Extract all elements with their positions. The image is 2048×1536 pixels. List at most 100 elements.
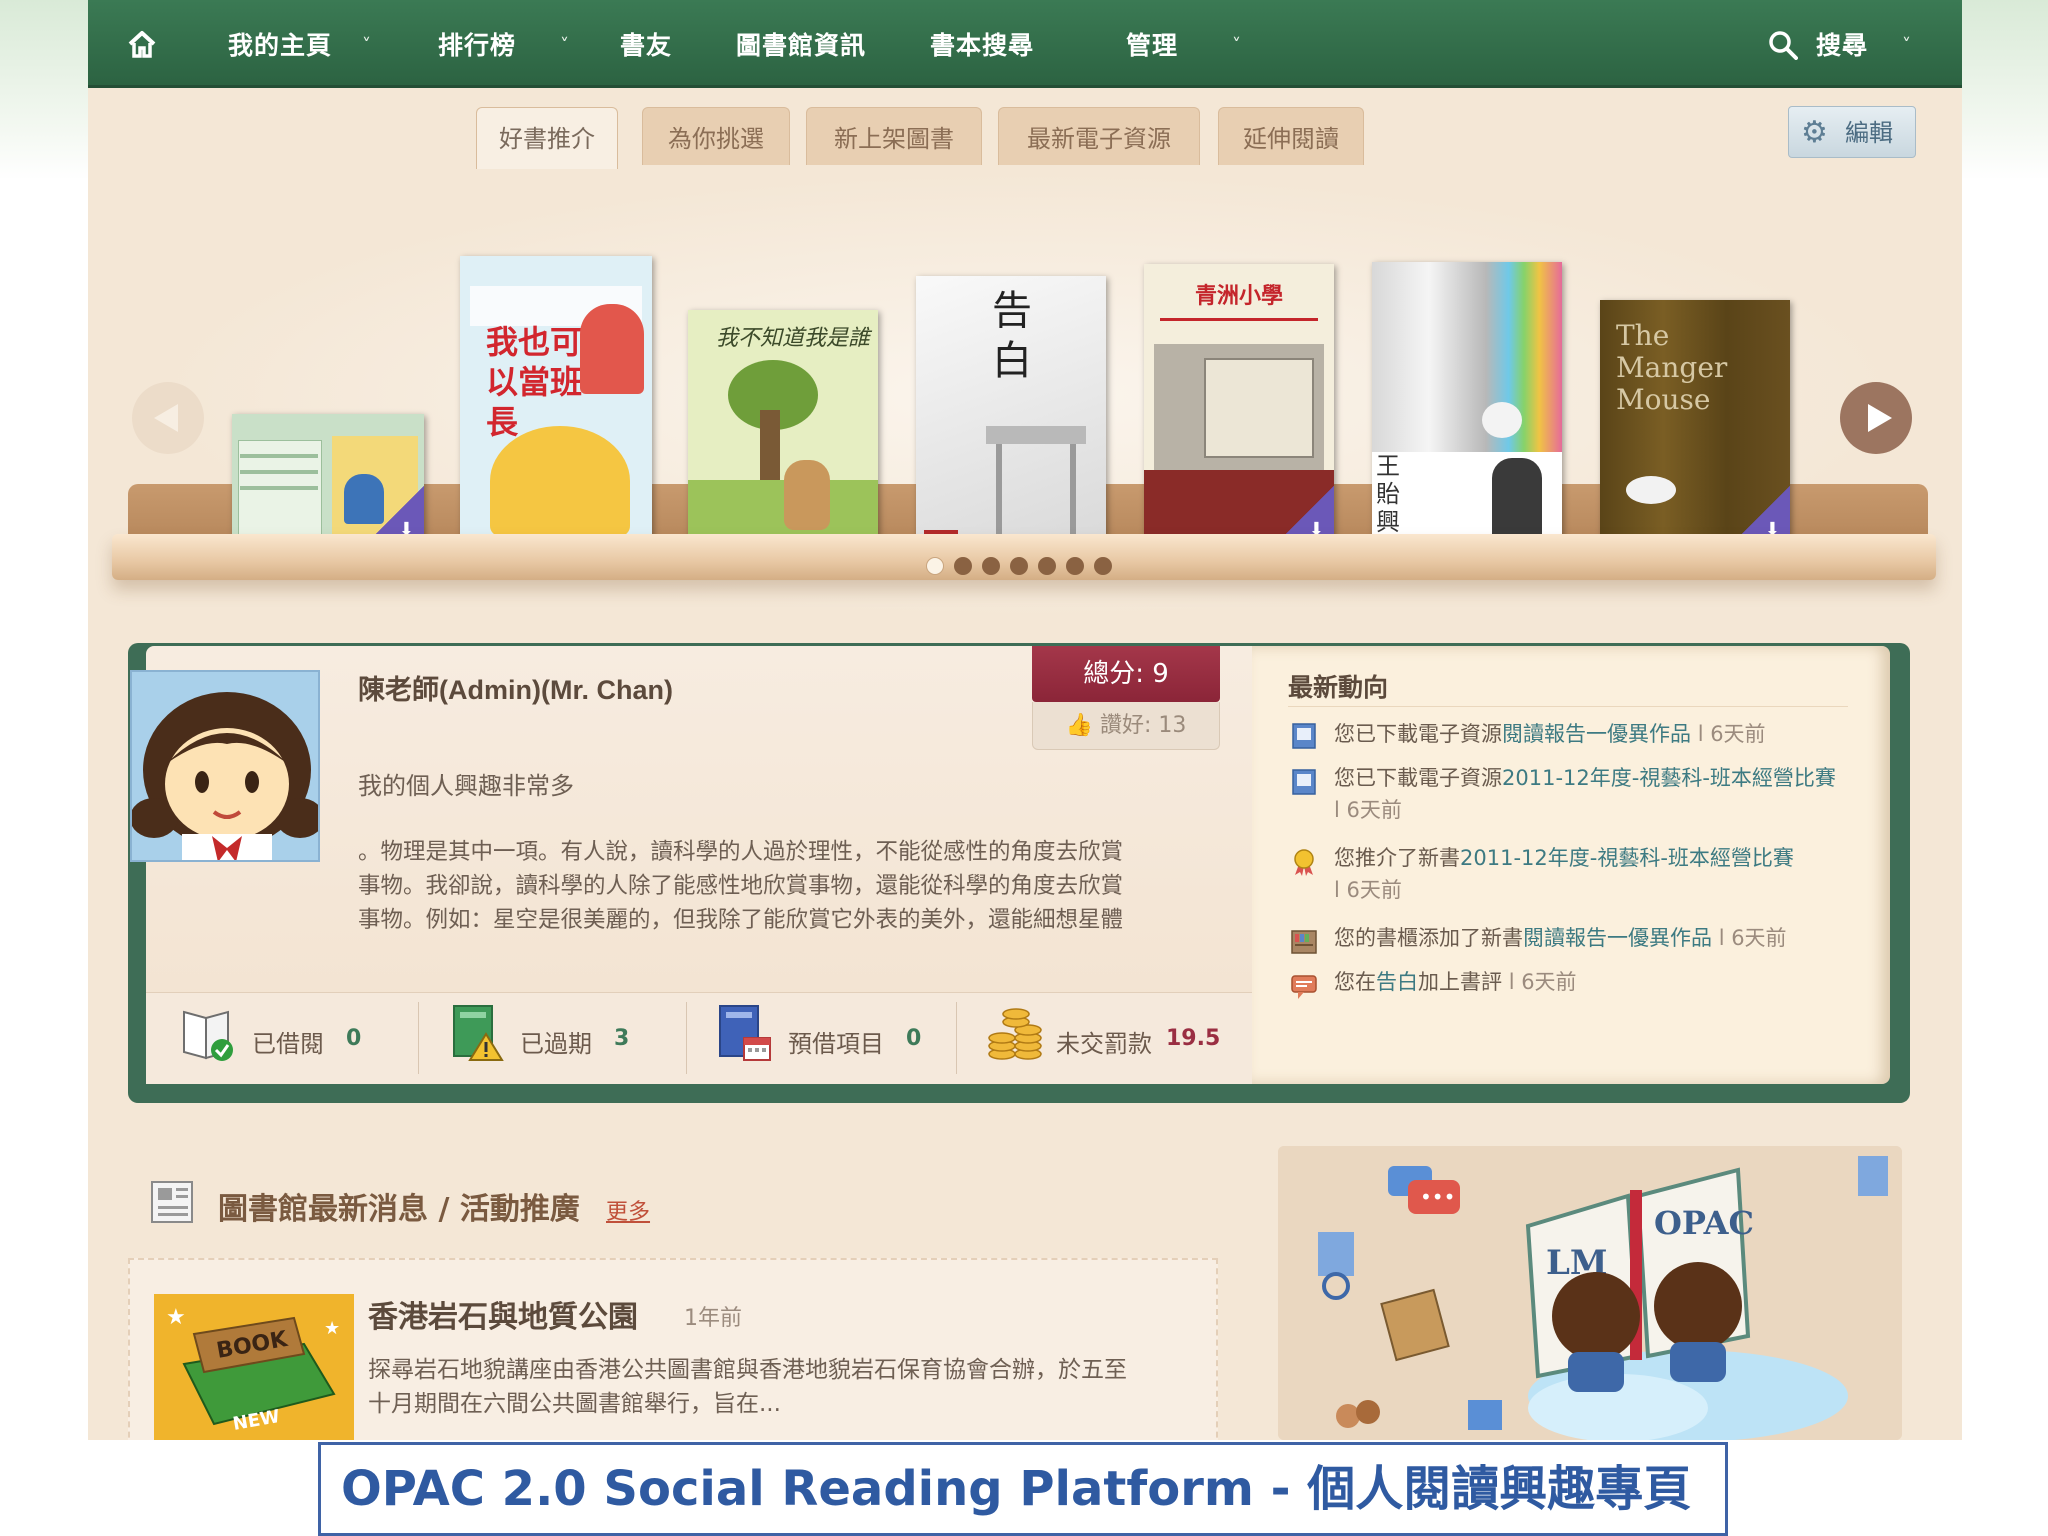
chevron-down-icon[interactable]: ˅ bbox=[560, 0, 569, 88]
activity-time: l 6天前 bbox=[1718, 926, 1787, 950]
news-item-time: 1年前 bbox=[684, 1306, 742, 1331]
chevron-down-icon[interactable]: ˅ bbox=[362, 0, 371, 88]
nav-library-info[interactable]: 圖書館資訊 bbox=[736, 0, 866, 88]
activity-text: 您推介了新書 bbox=[1334, 846, 1460, 870]
activity-text: 您的書櫃添加了新書 bbox=[1334, 926, 1523, 950]
activity-text: 您在 bbox=[1334, 970, 1376, 994]
stat-fines-label[interactable]: 未交罰款 bbox=[1056, 1024, 1152, 1059]
profile-bio-line: 事物。例如：星空是很美麗的，但我除了能欣賞它外表的美外，還能細想星體 bbox=[358, 907, 1124, 933]
profile-name[interactable]: 陳老師(Admin)(Mr. Chan) bbox=[358, 668, 673, 707]
gear-icon: ⚙ bbox=[1801, 115, 1828, 150]
news-section-title: 圖書館最新消息 / 活動推廣 bbox=[218, 1192, 580, 1227]
book-title-text: 青洲小學 bbox=[1194, 283, 1283, 309]
avatar[interactable] bbox=[130, 670, 320, 862]
book-cover[interactable]: 王貽興 bbox=[1372, 262, 1562, 546]
stat-overdue-label[interactable]: 已過期 bbox=[520, 1024, 592, 1059]
news-item-text: 探尋岩石地貌講座由香港公共圖書館與香港地貌岩石保育協會合辦，於五至 bbox=[368, 1357, 1127, 1383]
search-icon[interactable] bbox=[1768, 30, 1798, 60]
tab-e-resources[interactable]: 最新電子資源 bbox=[998, 107, 1200, 165]
nav-my-home[interactable]: 我的主頁 bbox=[228, 0, 332, 88]
carousel-prev-button[interactable] bbox=[132, 382, 204, 454]
reserved-book-icon[interactable] bbox=[716, 1004, 774, 1062]
activity-link[interactable]: 2011-12年度-視藝科-班本經營比賽 bbox=[1460, 846, 1794, 870]
likes-label: 讚好: 13 bbox=[1100, 713, 1187, 738]
bookshelf-icon bbox=[1290, 928, 1318, 956]
stat-borrowed-label[interactable]: 已借閱 bbox=[252, 1024, 324, 1059]
edit-label: 編輯 bbox=[1845, 119, 1893, 147]
activity-divider bbox=[1288, 706, 1848, 707]
carousel-dot[interactable] bbox=[1010, 557, 1028, 575]
chevron-down-icon[interactable]: ˅ bbox=[1902, 0, 1911, 88]
news-more-link[interactable]: 更多 bbox=[606, 1194, 650, 1226]
activity-item[interactable]: 您的書櫃添加了新書閱讀報告一優異作品 l 6天前 bbox=[1334, 922, 1787, 954]
news-item-title[interactable]: 香港岩石與地質公園 bbox=[368, 1292, 638, 1336]
tab-picked-for-you[interactable]: 為你挑選 bbox=[642, 107, 790, 165]
carousel-next-button[interactable] bbox=[1840, 382, 1912, 454]
carousel-dot[interactable] bbox=[1094, 557, 1112, 575]
carousel-dot[interactable] bbox=[926, 557, 944, 575]
activity-time: l 6天前 bbox=[1508, 970, 1577, 994]
top-navbar: 我的主頁 ˅ 排行榜 ˅ 書友 圖書館資訊 書本搜尋 管理 ˅ 搜尋 ˅ bbox=[88, 0, 1962, 88]
borrowed-book-icon[interactable] bbox=[180, 1004, 238, 1062]
activity-link[interactable]: 告白 bbox=[1376, 970, 1418, 994]
tab-new-arrivals[interactable]: 新上架圖書 bbox=[806, 107, 982, 165]
coins-icon[interactable] bbox=[986, 1004, 1046, 1062]
book-cover[interactable]: 青洲小學 ⬇ bbox=[1144, 264, 1334, 546]
nav-rankings[interactable]: 排行榜 bbox=[438, 0, 516, 88]
opac-app: 我的主頁 ˅ 排行榜 ˅ 書友 圖書館資訊 書本搜尋 管理 ˅ 搜尋 ˅ 好書推… bbox=[88, 0, 1962, 1440]
opac-promo-illustration[interactable]: ••• LM OPAC bbox=[1278, 1146, 1902, 1440]
book-cover[interactable]: 我也可以當班長 bbox=[460, 256, 652, 546]
book-cover[interactable]: The Manger Mouse ⬇ bbox=[1600, 300, 1790, 546]
activity-item[interactable]: 您已下載電子資源閱讀報告一優異作品 l 6天前 bbox=[1334, 718, 1766, 750]
activity-item[interactable]: 您已下載電子資源2011-12年度-視藝科-班本經營比賽 l 6天前 bbox=[1334, 762, 1874, 826]
book-cover[interactable]: ⬇ bbox=[232, 414, 424, 546]
tab-recommended[interactable]: 好書推介 bbox=[476, 107, 618, 169]
activity-text: 您已下載電子資源 bbox=[1334, 766, 1502, 790]
promo-right-text: OPAC bbox=[1654, 1204, 1754, 1242]
carousel-dot[interactable] bbox=[1066, 557, 1084, 575]
book-title-text: 告白 bbox=[992, 288, 1032, 384]
nav-search[interactable]: 搜尋 bbox=[1816, 0, 1868, 88]
overdue-book-icon[interactable] bbox=[450, 1004, 506, 1062]
activity-time: l 6天前 bbox=[1334, 878, 1402, 902]
tab-extended-reading[interactable]: 延伸閱讀 bbox=[1218, 107, 1364, 165]
stat-overdue-value: 3 bbox=[614, 1026, 630, 1051]
svg-text:★: ★ bbox=[166, 1305, 186, 1330]
book-cover[interactable]: 告白 bbox=[916, 276, 1106, 546]
activity-time: l 6天前 bbox=[1334, 798, 1402, 822]
stat-divider bbox=[418, 1002, 419, 1074]
comment-icon bbox=[1290, 972, 1318, 1000]
profile-intro: 我的個人興趣非常多 bbox=[358, 772, 574, 800]
profile-bio-line: 。物理是其中一項。有人說，讀科學的人過於理性，不能從感性的角度去欣賞 bbox=[358, 839, 1124, 865]
book-title-text: 王貽興 bbox=[1376, 452, 1400, 536]
newspaper-icon bbox=[148, 1176, 200, 1228]
activity-title: 最新動向 bbox=[1288, 673, 1389, 702]
nav-book-search[interactable]: 書本搜尋 bbox=[930, 0, 1034, 88]
activity-link[interactable]: 2011-12年度-視藝科-班本經營比賽 bbox=[1502, 766, 1836, 790]
stat-reserved-label[interactable]: 預借項目 bbox=[788, 1024, 884, 1059]
download-doc-icon bbox=[1290, 768, 1318, 796]
edit-button[interactable]: ⚙ 編輯 bbox=[1788, 106, 1916, 158]
activity-link[interactable]: 閱讀報告一優異作品 bbox=[1502, 722, 1691, 746]
book-cover[interactable]: 我不知道我是誰 bbox=[688, 310, 878, 546]
news-book-icon: BOOK NEW ★ ★ bbox=[154, 1294, 354, 1440]
slide-caption: OPAC 2.0 Social Reading Platform - 個人閱讀興… bbox=[318, 1442, 1728, 1536]
carousel-dot[interactable] bbox=[1038, 557, 1056, 575]
nav-admin[interactable]: 管理 bbox=[1126, 0, 1178, 88]
home-icon[interactable] bbox=[126, 28, 158, 60]
carousel-dot[interactable] bbox=[954, 557, 972, 575]
nav-friends[interactable]: 書友 bbox=[620, 0, 672, 88]
stat-divider bbox=[956, 1002, 957, 1074]
activity-item[interactable]: 您推介了新書2011-12年度-視藝科-班本經營比賽 l 6天前 bbox=[1334, 842, 1874, 906]
svg-text:•••: ••• bbox=[1420, 1185, 1455, 1209]
likes-badge[interactable]: 👍 讚好: 13 bbox=[1032, 702, 1220, 750]
activity-link[interactable]: 閱讀報告一優異作品 bbox=[1523, 926, 1712, 950]
stat-fines-value: 19.5 bbox=[1166, 1026, 1221, 1051]
activity-item[interactable]: 您在告白加上書評 l 6天前 bbox=[1334, 966, 1577, 998]
download-doc-icon bbox=[1290, 722, 1318, 750]
stat-reserved-value: 0 bbox=[906, 1026, 922, 1051]
award-ribbon-icon bbox=[1290, 848, 1318, 876]
activity-time: l 6天前 bbox=[1697, 722, 1766, 746]
carousel-dot[interactable] bbox=[982, 557, 1000, 575]
chevron-down-icon[interactable]: ˅ bbox=[1232, 0, 1241, 88]
